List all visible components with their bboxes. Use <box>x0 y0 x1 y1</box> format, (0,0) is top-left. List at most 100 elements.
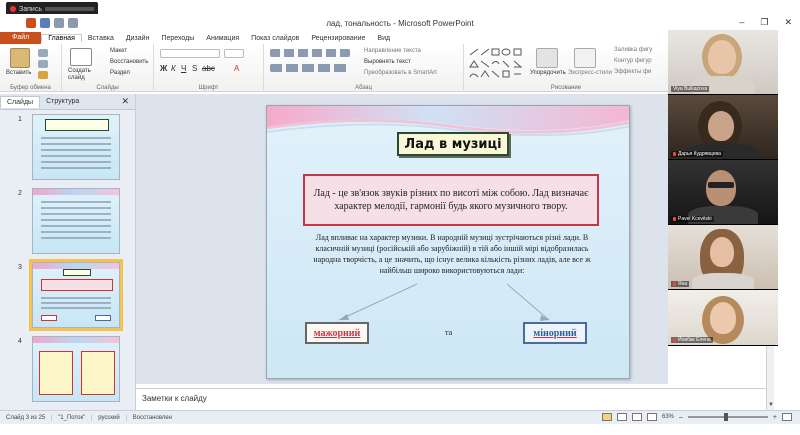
font-group-label: Шрифт <box>198 85 219 91</box>
participant-tile[interactable]: Pavel Kcevitski <box>668 160 778 225</box>
close-icon[interactable]: ✕ <box>784 17 792 28</box>
copy-icon[interactable] <box>38 60 48 68</box>
new-slide-button[interactable]: Создать слайд <box>68 68 98 82</box>
slide-thumbnail-selected[interactable] <box>29 259 123 331</box>
notes-placeholder: Заметки к слайду <box>142 394 207 403</box>
restore-icon[interactable]: ❐ <box>760 17 768 28</box>
strike-icon[interactable]: abc <box>202 64 215 73</box>
zoom-slider[interactable] <box>687 413 768 421</box>
zoom-slider-handle[interactable] <box>723 413 728 421</box>
minor-mode-box[interactable]: мінорний <box>523 322 587 344</box>
underline-icon[interactable]: Ч <box>181 64 186 73</box>
section-button[interactable]: Раздел <box>110 70 130 76</box>
recording-progress <box>44 7 94 11</box>
arrange-icon[interactable] <box>536 48 558 68</box>
quick-styles-icon[interactable] <box>574 48 596 68</box>
font-group: Ж К Ч S abc A Шрифт <box>154 44 264 92</box>
tab-home[interactable]: Главная <box>41 34 82 42</box>
align-text-button[interactable]: Выровнять текст <box>364 59 411 65</box>
tab-animation[interactable]: Анимация <box>200 35 245 42</box>
notes-pane[interactable]: Заметки к слайду <box>136 388 766 408</box>
tab-design[interactable]: Дизайн <box>120 35 156 42</box>
slide-editor: Лад в музиці Лад - це зв'язок звуків різ… <box>136 94 668 384</box>
tab-insert[interactable]: Вставка <box>82 35 120 42</box>
paragraph-group: Направление текста Выровнять текст Преоб… <box>264 44 464 92</box>
shape-outline-button[interactable]: Контур фигур <box>614 58 652 64</box>
align-icons[interactable] <box>270 64 350 72</box>
zoom-level[interactable]: 63% <box>662 414 674 420</box>
participant-name: Яна <box>671 281 690 287</box>
participant-tile[interactable]: Дарья Кудрявцева <box>668 95 778 160</box>
zoom-in-icon[interactable]: + <box>773 414 777 421</box>
participant-name: Йовбак Елена <box>671 337 713 343</box>
minimize-icon[interactable]: – <box>739 17 744 28</box>
slides-panel: Слайды Структура ✕ 1 2 3 4 <box>0 94 136 410</box>
vertical-scrollbar[interactable]: ▲ ▼ <box>766 340 774 410</box>
scroll-down-icon[interactable]: ▼ <box>768 402 774 408</box>
paragraph-group-label: Абзац <box>355 85 372 91</box>
tab-outline[interactable]: Структура <box>40 96 85 107</box>
slideshow-icon[interactable] <box>646 413 657 421</box>
window-controls: – ❐ ✕ <box>739 17 792 28</box>
list-icons[interactable] <box>270 49 350 57</box>
participant-tile[interactable]: Яна <box>668 225 778 290</box>
fit-to-window-icon[interactable] <box>782 413 792 421</box>
smartart-button[interactable]: Преобразовать в SmartArt <box>364 70 437 76</box>
slides-panel-tabs: Слайды Структура ✕ <box>0 94 135 110</box>
record-dot-icon <box>10 6 16 12</box>
tab-slides[interactable]: Слайды <box>0 95 41 108</box>
muted-mic-icon <box>673 217 676 221</box>
document-state: Восстановлен <box>132 414 172 421</box>
slide-number: 3 <box>18 264 22 271</box>
cut-icon[interactable] <box>38 49 48 57</box>
tab-review[interactable]: Рецензирование <box>305 35 371 42</box>
slide-number: 2 <box>18 190 22 197</box>
participant-tile[interactable]: Viya Bulkazova <box>668 30 778 95</box>
reset-button[interactable]: Восстановить <box>110 59 148 65</box>
slide-sorter-icon[interactable] <box>616 413 627 421</box>
screen-bottom-margin <box>0 424 800 435</box>
normal-view-icon[interactable] <box>601 413 612 421</box>
format-painter-icon[interactable] <box>38 71 48 79</box>
zoom-out-icon[interactable]: – <box>679 414 683 421</box>
reading-view-icon[interactable] <box>631 413 642 421</box>
window-title: лад, тональность - Microsoft PowerPoint <box>326 19 474 28</box>
participant-tile[interactable]: Йовбак Елена <box>668 290 778 346</box>
arrange-button[interactable]: Упорядочить <box>530 70 566 76</box>
major-mode-box[interactable]: мажорний <box>305 322 369 344</box>
tab-view[interactable]: Вид <box>371 35 396 42</box>
slide-canvas[interactable]: Лад в музиці Лад - це зв'язок звуків різ… <box>266 105 630 379</box>
conjunction-text: та <box>445 328 453 337</box>
slides-group: Создать слайд Макет Восстановить Раздел … <box>62 44 154 92</box>
slide-counter: Слайд 3 из 25 <box>0 414 53 421</box>
layout-button[interactable]: Макет <box>110 48 127 54</box>
language-indicator[interactable]: русский <box>92 414 127 421</box>
shape-effects-button[interactable]: Эффекты фи <box>614 69 651 75</box>
font-color-icon[interactable]: A <box>234 64 239 73</box>
bold-icon[interactable]: Ж <box>160 64 167 73</box>
font-name-select[interactable] <box>160 49 220 58</box>
text-direction-button[interactable]: Направление текста <box>364 48 421 54</box>
paste-button[interactable]: Вставить <box>6 70 31 76</box>
muted-mic-icon <box>673 338 676 342</box>
clipboard-group: Вставить Буфер обмена <box>0 44 62 92</box>
tab-slideshow[interactable]: Показ слайдов <box>245 35 305 42</box>
font-size-select[interactable] <box>224 49 244 58</box>
tab-transitions[interactable]: Переходы <box>155 35 200 42</box>
slide-thumbnail[interactable] <box>32 188 120 254</box>
tab-file[interactable]: Файл <box>0 32 42 44</box>
muted-mic-icon <box>673 152 676 156</box>
close-panel-icon[interactable]: ✕ <box>121 96 129 107</box>
clipboard-group-label: Буфер обмена <box>10 85 51 91</box>
slide-thumbnail[interactable] <box>32 336 120 402</box>
shadow-icon[interactable]: S <box>192 64 197 73</box>
status-bar: Слайд 3 из 25 "1_Поток" русский Восстано… <box>0 410 800 424</box>
shape-fill-button[interactable]: Заливка фигу <box>614 47 652 53</box>
shapes-gallery-icon[interactable] <box>468 47 526 79</box>
paste-icon[interactable] <box>10 48 30 68</box>
slide-thumbnail[interactable] <box>32 114 120 180</box>
quick-styles-button[interactable]: Экспресс-стили <box>568 70 612 76</box>
new-slide-icon[interactable] <box>70 48 92 66</box>
slide-number: 4 <box>18 338 22 345</box>
italic-icon[interactable]: К <box>171 64 176 73</box>
